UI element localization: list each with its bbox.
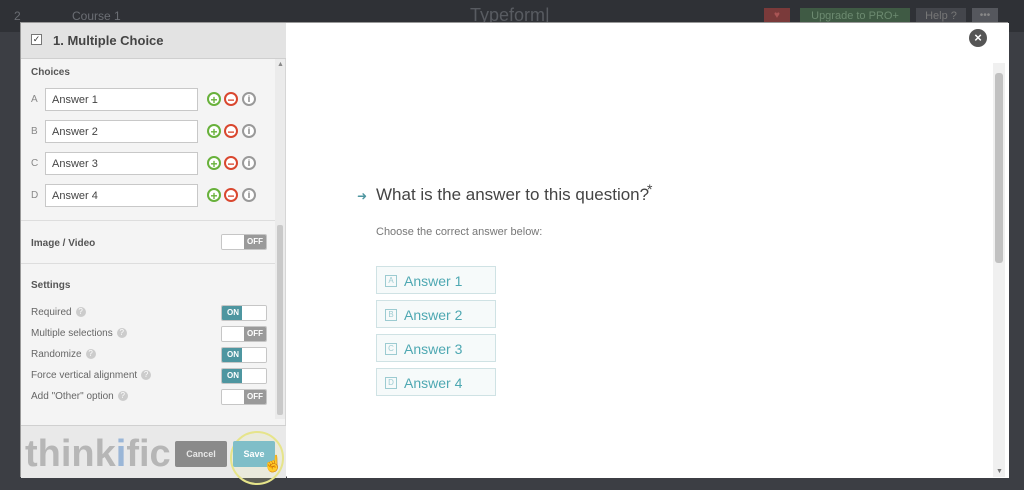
toggle-state: ON: [222, 306, 244, 320]
answer-key: B: [385, 309, 397, 321]
setting-required-label: Required?: [31, 307, 86, 318]
image-video-label: Image / Video: [31, 238, 96, 249]
thinkific-watermark: thinkific: [25, 433, 171, 475]
scroll-down-icon[interactable]: ▼: [996, 468, 1003, 475]
choice-image-icon[interactable]: i: [242, 156, 256, 170]
scrollbar-thumb[interactable]: [277, 225, 283, 415]
answer-option-d[interactable]: D Answer 4: [376, 368, 496, 396]
choice-letter: D: [31, 190, 39, 201]
answer-label: Answer 2: [404, 307, 463, 323]
image-video-toggle[interactable]: OFF: [221, 234, 267, 250]
help-icon[interactable]: ?: [116, 328, 127, 339]
add-choice-icon[interactable]: +: [207, 188, 221, 202]
checkbox-icon: ✓: [31, 34, 42, 45]
answer-label: Answer 1: [404, 273, 463, 289]
choice-image-icon[interactable]: i: [242, 92, 256, 106]
remove-choice-icon[interactable]: −: [224, 188, 238, 202]
choice-letter: A: [31, 94, 38, 105]
multiple-selections-toggle[interactable]: OFF: [221, 326, 267, 342]
add-choice-icon[interactable]: +: [207, 92, 221, 106]
help-icon[interactable]: ?: [85, 349, 96, 360]
panel-title: 1. Multiple Choice: [53, 33, 164, 48]
toggle-state: OFF: [244, 235, 266, 249]
close-icon[interactable]: ×: [969, 29, 987, 47]
arrow-right-icon: ➜: [357, 189, 368, 203]
topbar-course-name[interactable]: Course 1: [72, 9, 121, 23]
answer-option-c[interactable]: C Answer 3: [376, 334, 496, 362]
required-asterisk: *: [647, 181, 653, 197]
answer-label: Answer 3: [404, 341, 463, 357]
choice-input-c[interactable]: [45, 152, 198, 175]
setting-vertical-label: Force vertical alignment?: [31, 370, 152, 381]
answer-key: A: [385, 275, 397, 287]
scroll-up-icon[interactable]: ▲: [277, 61, 284, 68]
settings-heading: Settings: [31, 280, 71, 291]
panel-scrollbar[interactable]: ▲: [275, 59, 285, 419]
vertical-alignment-toggle[interactable]: ON: [221, 368, 267, 384]
cancel-button[interactable]: Cancel: [175, 441, 227, 467]
choice-letter: B: [31, 126, 38, 137]
question-text: What is the answer to this question?: [376, 185, 650, 204]
answer-key: D: [385, 377, 397, 389]
choice-letter: C: [31, 158, 39, 169]
hand-cursor-icon: ☝: [263, 456, 283, 473]
help-icon[interactable]: ?: [75, 307, 86, 318]
topbar-menu[interactable]: 2: [14, 9, 21, 23]
answer-option-a[interactable]: A Answer 1: [376, 266, 496, 294]
divider: [21, 220, 279, 221]
question-preview: × ➜ What is the answer to this question?…: [287, 23, 1009, 478]
setting-other-label: Add "Other" option?: [31, 391, 128, 402]
randomize-toggle[interactable]: ON: [221, 347, 267, 363]
other-option-toggle[interactable]: OFF: [221, 389, 267, 405]
toggle-state: ON: [222, 348, 244, 362]
remove-choice-icon[interactable]: −: [224, 124, 238, 138]
help-icon[interactable]: ?: [141, 370, 152, 381]
add-choice-icon[interactable]: +: [207, 124, 221, 138]
answer-key: C: [385, 343, 397, 355]
toggle-state: OFF: [244, 327, 266, 341]
preview-scrollbar[interactable]: ▼: [993, 63, 1005, 477]
answer-option-b[interactable]: B Answer 2: [376, 300, 496, 328]
edit-panel: ✓ 1. Multiple Choice Choices A + − i B +…: [21, 23, 286, 485]
setting-randomize-label: Randomize?: [31, 349, 96, 360]
setting-multiple-label: Multiple selections?: [31, 328, 127, 339]
choice-input-d[interactable]: [45, 184, 198, 207]
answer-label: Answer 4: [404, 375, 463, 391]
add-choice-icon[interactable]: +: [207, 156, 221, 170]
choice-image-icon[interactable]: i: [242, 124, 256, 138]
toggle-state: OFF: [244, 390, 266, 404]
remove-choice-icon[interactable]: −: [224, 92, 238, 106]
required-toggle[interactable]: ON: [221, 305, 267, 321]
remove-choice-icon[interactable]: −: [224, 156, 238, 170]
choice-image-icon[interactable]: i: [242, 188, 256, 202]
question-subtitle: Choose the correct answer below:: [376, 226, 543, 238]
toggle-state: ON: [222, 369, 244, 383]
choice-input-b[interactable]: [45, 120, 198, 143]
choice-input-a[interactable]: [45, 88, 198, 111]
panel-header: ✓ 1. Multiple Choice: [21, 23, 286, 59]
choices-heading: Choices: [31, 67, 70, 78]
divider: [21, 263, 279, 264]
help-icon[interactable]: ?: [117, 391, 128, 402]
question-editor-modal: ✓ 1. Multiple Choice Choices A + − i B +…: [20, 22, 1009, 485]
scrollbar-thumb[interactable]: [995, 73, 1003, 263]
